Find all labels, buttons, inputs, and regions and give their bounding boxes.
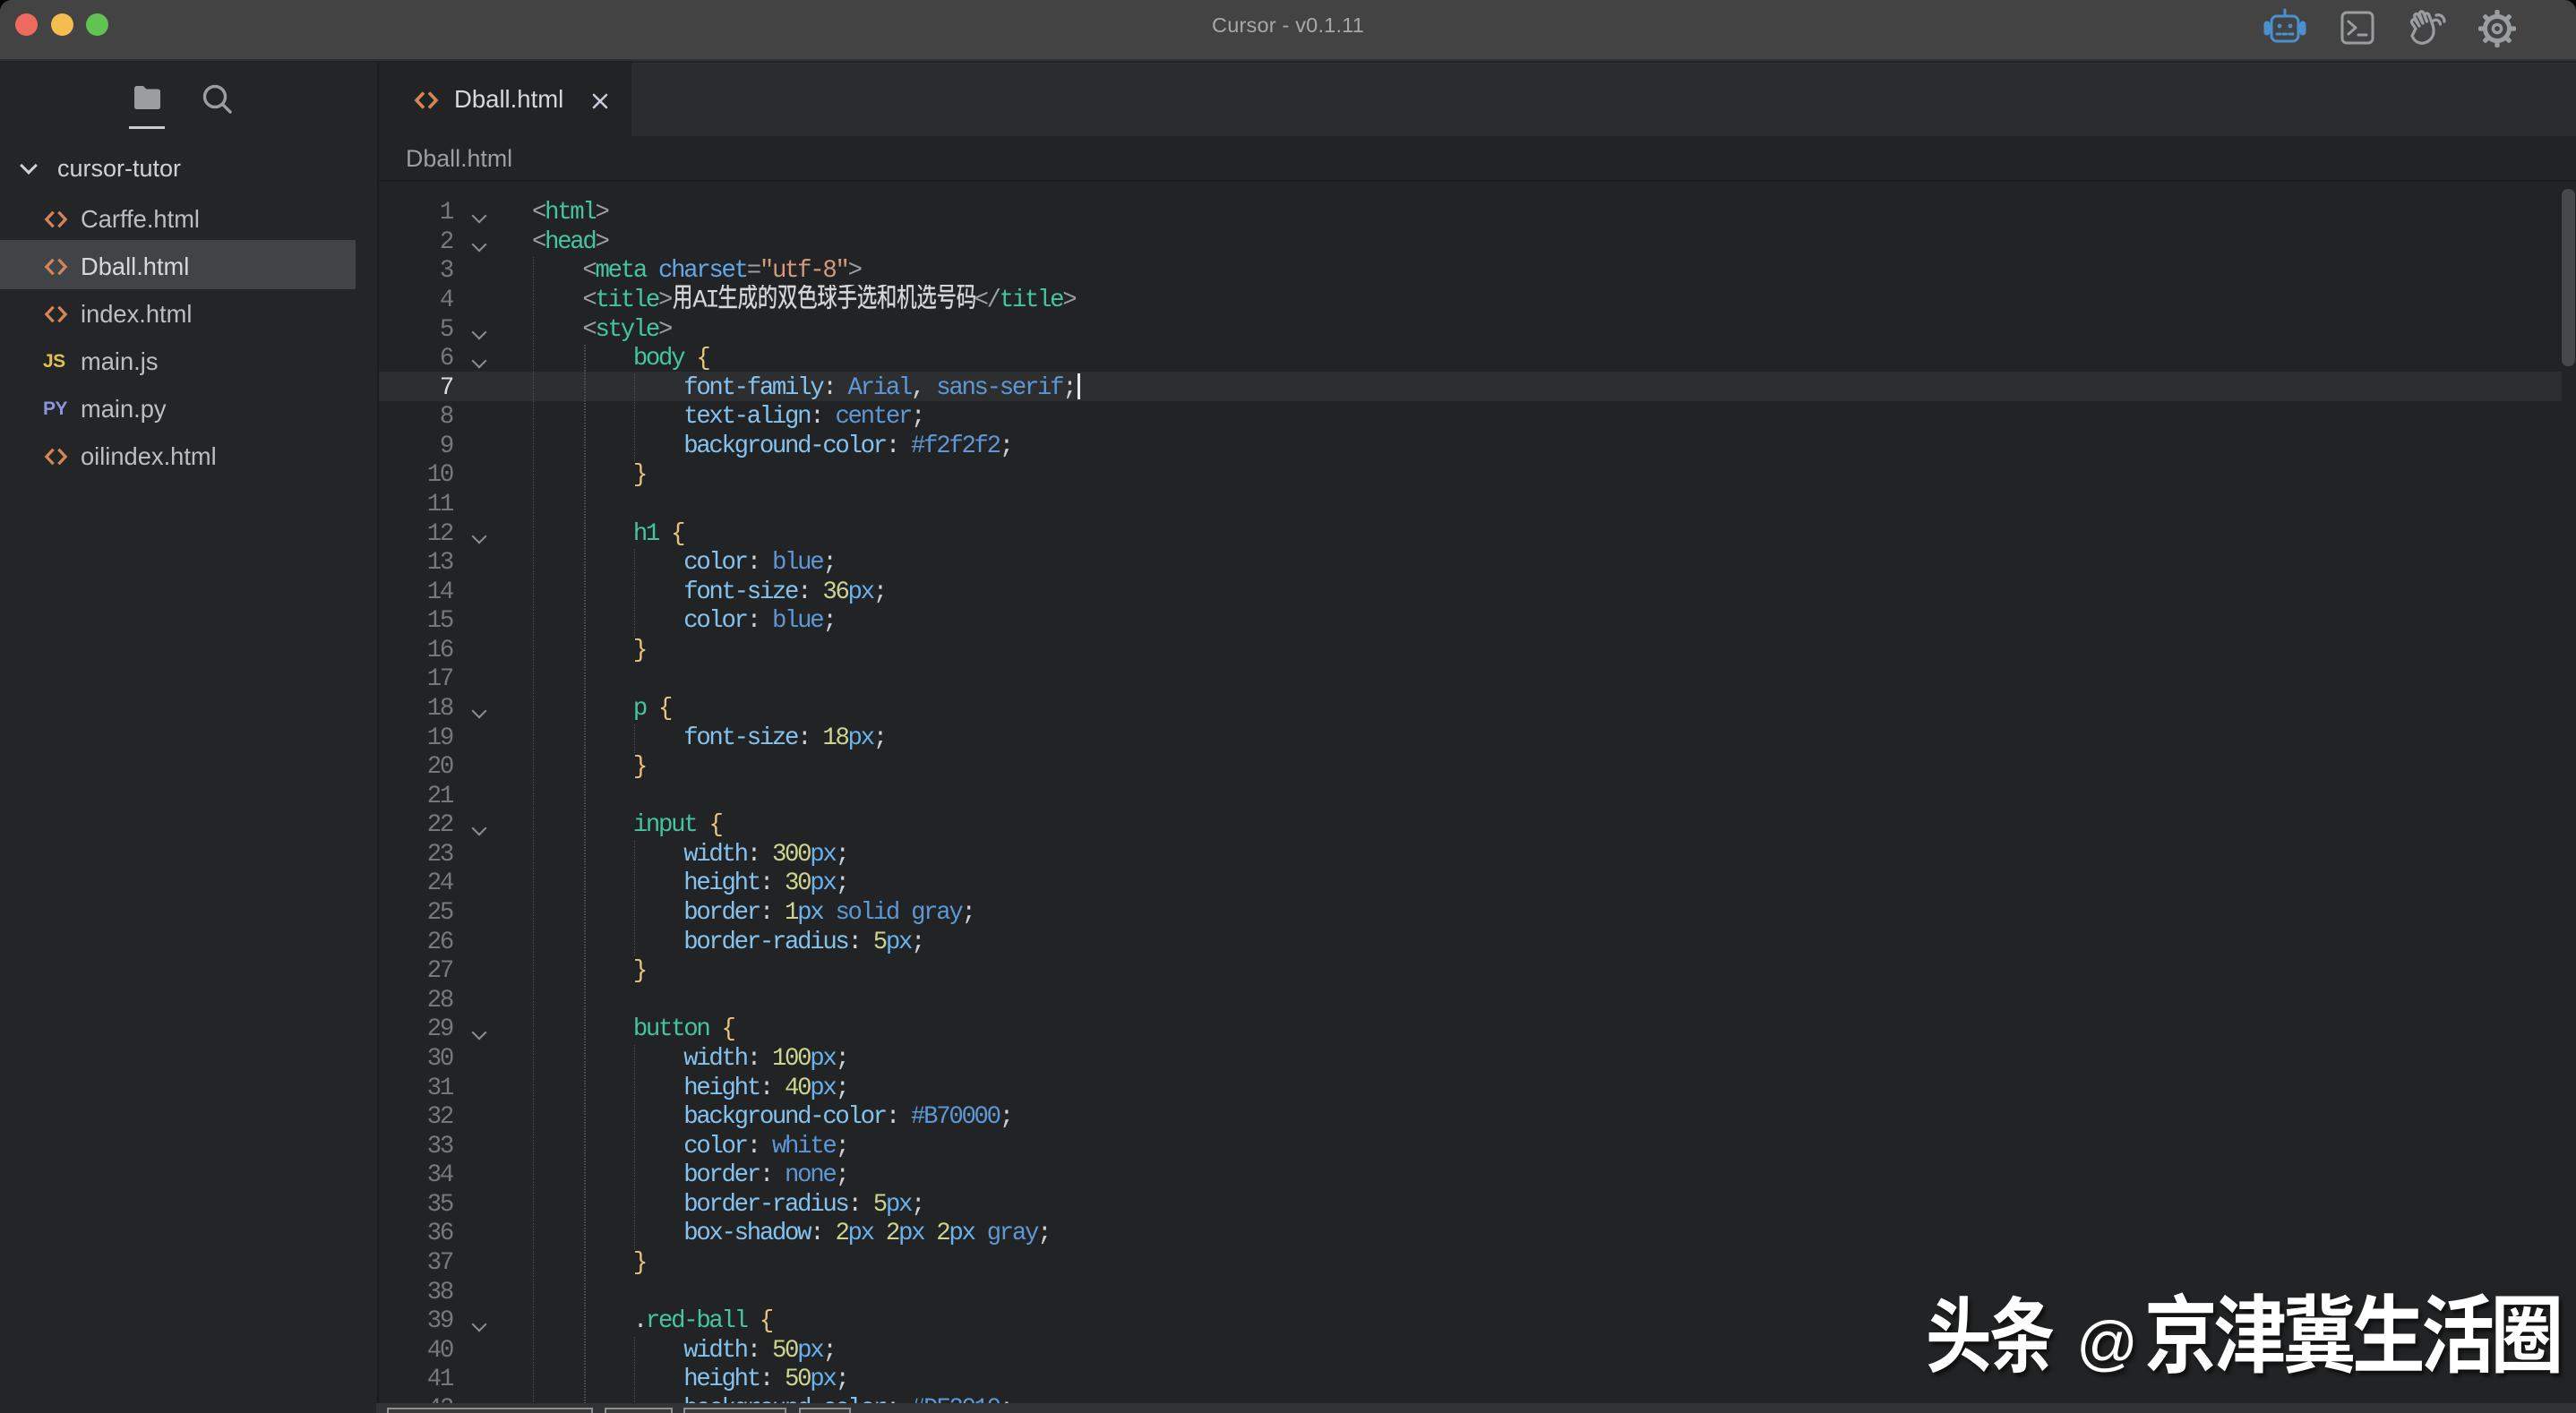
svg-text:AI: AI xyxy=(692,287,717,314)
svg-text:@: @ xyxy=(2076,1309,2138,1377)
